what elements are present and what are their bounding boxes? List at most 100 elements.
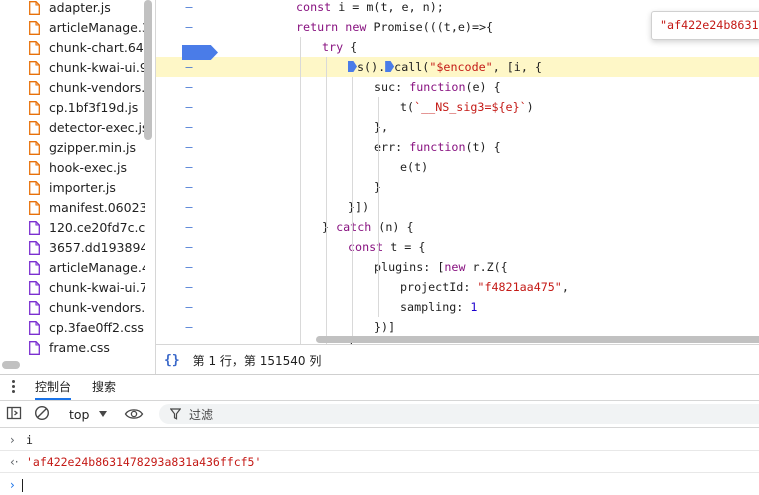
code-text: plugins: [new r.Z({ xyxy=(374,260,508,274)
code-text: const t = { xyxy=(348,240,426,254)
code-text: err: function(t) { xyxy=(374,140,501,154)
line-gutter-mark[interactable]: – xyxy=(184,137,194,157)
css-file-icon xyxy=(29,340,40,355)
code-line: –try { xyxy=(156,37,759,57)
pretty-print-icon[interactable]: {} xyxy=(164,353,180,368)
context-selector[interactable]: top xyxy=(69,406,108,422)
editor-status-bar: {} 第 1 行，第 151540 列 xyxy=(156,344,759,375)
sidebar-horizontal-scrollbar[interactable] xyxy=(2,361,20,369)
line-gutter-mark[interactable]: – xyxy=(184,0,194,17)
line-gutter-mark[interactable]: – xyxy=(184,177,194,197)
file-name: articleManage.4 xyxy=(49,259,145,275)
file-name: chunk-vendors.0 xyxy=(49,79,145,95)
js-file-icon xyxy=(29,0,40,15)
file-name: cp.1bf3f19d.js xyxy=(49,99,139,115)
js-file-icon xyxy=(29,20,40,35)
code-text: sampling: 1 xyxy=(400,300,478,314)
line-gutter-mark[interactable]: – xyxy=(184,117,194,137)
indent-guide xyxy=(326,57,327,344)
chevron-down-icon xyxy=(99,411,108,417)
file-item[interactable]: 120.ce20fd7c.cs xyxy=(0,217,145,237)
live-expression-eye-icon[interactable] xyxy=(124,406,144,426)
line-gutter-mark[interactable]: – xyxy=(184,317,194,337)
code-line: – sampling: 1 xyxy=(156,297,759,317)
code-line: –}, xyxy=(156,117,759,137)
more-options-icon[interactable] xyxy=(12,379,16,395)
paused-code-line: – s(). call("$encode", [i, { xyxy=(156,57,759,77)
code-line: – e(t) xyxy=(156,157,759,177)
file-item[interactable]: chunk-chart.641 xyxy=(0,37,145,57)
css-file-icon xyxy=(29,220,40,235)
line-gutter-mark[interactable]: – xyxy=(184,257,194,277)
filter-icon xyxy=(170,408,181,420)
code-text: e(t) xyxy=(400,160,429,174)
console-prompt[interactable]: › xyxy=(0,475,759,495)
file-item[interactable]: cp.3fae0ff2.css xyxy=(0,317,145,337)
editor-horizontal-scrollbar[interactable] xyxy=(316,336,759,343)
file-name: chunk-chart.641 xyxy=(49,39,145,55)
file-item[interactable]: manifest.06023 xyxy=(0,197,145,217)
line-gutter-mark[interactable]: – xyxy=(184,97,194,117)
file-name: chunk-vendors.4 xyxy=(49,299,145,315)
file-item[interactable]: cp.1bf3f19d.js xyxy=(0,97,145,117)
console-filter-input[interactable]: 过滤 xyxy=(159,404,759,424)
file-name: manifest.06023 xyxy=(49,199,145,215)
file-item[interactable]: frame.css xyxy=(0,337,145,357)
line-gutter-mark[interactable]: – xyxy=(184,337,194,344)
line-gutter-mark[interactable]: – xyxy=(184,157,194,177)
js-file-icon xyxy=(29,100,40,115)
file-item[interactable]: hook-exec.js xyxy=(0,157,145,177)
code-text: s(). call("$encode", [i, { xyxy=(348,57,542,77)
file-name: detector-exec.js xyxy=(49,119,145,135)
file-item[interactable]: chunk-kwai-ui.7 xyxy=(0,277,145,297)
clear-console-icon[interactable] xyxy=(34,405,50,425)
console-input-text: i xyxy=(26,433,33,447)
file-item[interactable]: articleManage.3 xyxy=(0,17,145,37)
tab-search[interactable]: 搜索 xyxy=(92,375,116,400)
sidebar-toggle-icon[interactable] xyxy=(6,405,22,425)
line-gutter-mark[interactable]: – xyxy=(184,237,194,257)
breakpoint-marker[interactable] xyxy=(182,45,218,60)
line-gutter-mark[interactable]: – xyxy=(184,77,194,97)
code-text: return new Promise(((t,e)=>{ xyxy=(296,20,494,34)
file-name: chunk-kwai-ui.9 xyxy=(49,59,145,75)
js-file-icon xyxy=(29,160,40,175)
file-item[interactable]: chunk-kwai-ui.9 xyxy=(0,57,145,77)
line-gutter-mark[interactable]: – xyxy=(184,297,194,317)
css-file-icon xyxy=(29,300,40,315)
file-item[interactable]: gzipper.min.js xyxy=(0,137,145,157)
console-result-entry: ‹· 'af422e24b8631478293a831a436ffcf5' xyxy=(0,452,759,473)
file-item[interactable]: chunk-vendors.0 xyxy=(0,77,145,97)
code-line: –} xyxy=(156,177,759,197)
file-name: frame.css xyxy=(49,339,110,355)
code-line: – projectId: "f4821aa475", xyxy=(156,277,759,297)
css-file-icon xyxy=(29,280,40,295)
css-file-icon xyxy=(29,240,40,255)
line-gutter-mark[interactable]: – xyxy=(184,277,194,297)
css-file-icon xyxy=(29,260,40,275)
code-line: – const t = { xyxy=(156,237,759,257)
console-result-text[interactable]: 'af422e24b8631478293a831a436ffcf5' xyxy=(26,452,261,472)
code-editor[interactable]: – const i = m(t, e, n); – return new Promis… xyxy=(156,0,759,344)
prompt-chevron-icon: › xyxy=(10,478,15,492)
file-item[interactable]: detector-exec.js xyxy=(0,117,145,137)
js-file-icon xyxy=(29,40,40,55)
line-gutter-mark[interactable]: – xyxy=(184,217,194,237)
line-gutter-mark[interactable]: – xyxy=(184,197,194,217)
file-item[interactable]: importer.js xyxy=(0,177,145,197)
js-file-icon xyxy=(29,140,40,155)
line-gutter-mark[interactable]: – xyxy=(184,17,194,37)
sidebar-vertical-scrollbar[interactable] xyxy=(144,0,152,140)
file-name: hook-exec.js xyxy=(49,159,127,175)
file-item[interactable]: adapter.js xyxy=(0,0,145,17)
tab-console[interactable]: 控制台 xyxy=(35,375,72,400)
code-text: suc: function(e) { xyxy=(374,80,501,94)
line-gutter-mark[interactable]: – xyxy=(184,57,194,77)
code-line: – suc: function(e) { xyxy=(156,77,759,97)
code-text: })] xyxy=(374,320,396,334)
file-item[interactable]: chunk-vendors.4 xyxy=(0,297,145,317)
file-item[interactable]: articleManage.4 xyxy=(0,257,145,277)
file-item[interactable]: 3657.dd193894 xyxy=(0,237,145,257)
code-text: projectId: "f4821aa475", xyxy=(400,280,569,294)
file-name: cp.3fae0ff2.css xyxy=(49,319,144,335)
